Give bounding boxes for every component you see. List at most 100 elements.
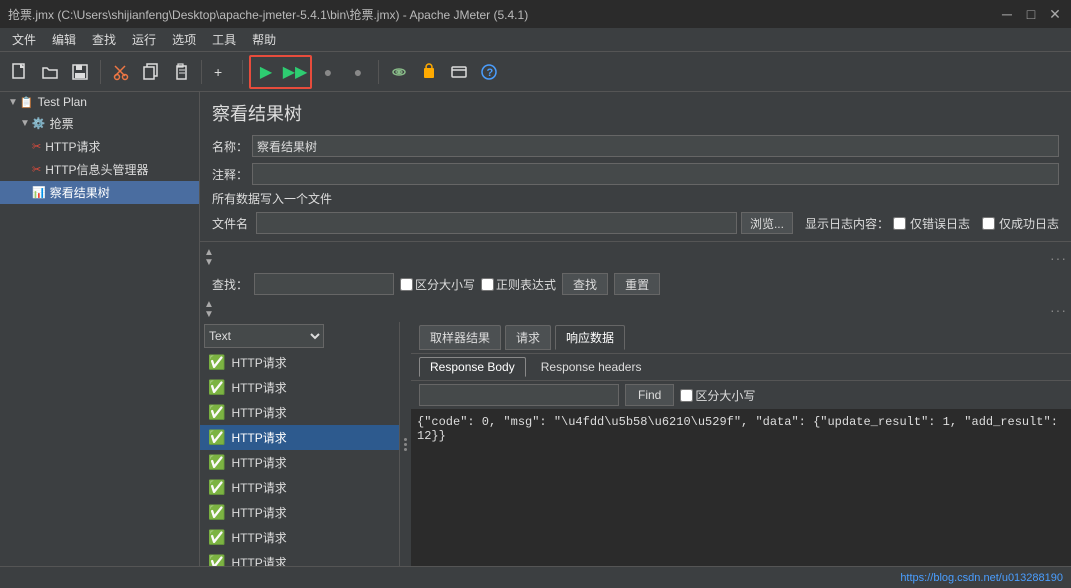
dot xyxy=(404,438,407,441)
expand-button[interactable]: + xyxy=(208,58,236,86)
search-input[interactable] xyxy=(254,273,394,295)
stop-button[interactable]: ● xyxy=(314,58,342,86)
regex-checkbox[interactable] xyxy=(481,278,494,291)
view-type-select[interactable]: Text RegExp Tester CSS/JQuery Tester XPa… xyxy=(204,324,324,348)
tab-response-data[interactable]: 响应数据 xyxy=(555,325,625,350)
view-results-icon: 📊 xyxy=(32,186,46,199)
remote-start-button[interactable] xyxy=(385,58,413,86)
menu-tools[interactable]: 工具 xyxy=(204,29,244,50)
tab-request[interactable]: 请求 xyxy=(505,325,551,350)
start-no-pause-button[interactable]: ▶▶ xyxy=(281,58,309,86)
main-layout: ▼ 📋 Test Plan ▼ ⚙️ 抢票 ✂ HTTP请求 ✂ HTTP信息头… xyxy=(0,92,1071,566)
status-url: https://blog.csdn.net/u013288190 xyxy=(900,572,1063,584)
log-display-label: 显示日志内容： xyxy=(805,215,889,232)
list-item[interactable]: ✅ HTTP请求 xyxy=(200,350,399,375)
case-sensitive-label: 区分大小写 xyxy=(400,276,475,293)
item-label: HTTP请求 xyxy=(231,354,286,371)
sidebar-item-view-results[interactable]: 📊 察看结果树 xyxy=(0,181,199,204)
sidebar-item-label-4: HTTP信息头管理器 xyxy=(45,161,148,178)
menu-options[interactable]: 选项 xyxy=(164,29,204,50)
new-button[interactable] xyxy=(6,58,34,86)
success-log-checkbox-row: 仅成功日志 xyxy=(982,215,1059,232)
error-log-checkbox[interactable] xyxy=(893,217,906,230)
remote-stop-button[interactable] xyxy=(415,58,443,86)
find-button[interactable]: 查找 xyxy=(562,273,608,295)
tabs-bar: 取样器结果 请求 响应数据 xyxy=(411,322,1071,354)
run-controls-group: ▶ ▶▶ xyxy=(249,55,312,89)
list-toolbar: Text RegExp Tester CSS/JQuery Tester XPa… xyxy=(200,322,399,350)
paste-button[interactable] xyxy=(167,58,195,86)
list-item[interactable]: ✅ HTTP请求 xyxy=(200,475,399,500)
list-item[interactable]: ✅ HTTP请求 xyxy=(200,400,399,425)
sidebar-item-label-2: 抢票 xyxy=(50,115,74,132)
menu-help[interactable]: 帮助 xyxy=(244,29,284,50)
template-button[interactable] xyxy=(445,58,473,86)
response-find-button[interactable]: Find xyxy=(625,384,674,406)
success-log-label: 仅成功日志 xyxy=(999,215,1059,232)
list-item[interactable]: ✅ HTTP请求 xyxy=(200,375,399,400)
file-label: 文件名 xyxy=(212,215,252,232)
sidebar-item-test-plan[interactable]: ▼ 📋 Test Plan xyxy=(0,92,199,112)
cut-button[interactable] xyxy=(107,58,135,86)
save-button[interactable] xyxy=(66,58,94,86)
shutdown-button[interactable]: ● xyxy=(344,58,372,86)
maximize-button[interactable]: □ xyxy=(1023,6,1039,22)
search-row: 查找： 区分大小写 正则表达式 查找 重置 xyxy=(200,270,1071,298)
item-label: HTTP请求 xyxy=(231,479,286,496)
success-log-checkbox[interactable] xyxy=(982,217,995,230)
list-item[interactable]: ✅ HTTP请求 xyxy=(200,550,399,566)
toolbar-sep-2 xyxy=(201,60,202,84)
browse-button[interactable]: 浏览... xyxy=(741,212,793,234)
error-log-checkbox-row: 仅错误日志 xyxy=(893,215,970,232)
qiang-piao-icon: ⚙️ xyxy=(32,117,46,130)
close-button[interactable]: ✕ xyxy=(1047,6,1063,22)
list-panel: Text RegExp Tester CSS/JQuery Tester XPa… xyxy=(200,322,400,566)
sidebar-item-http-header[interactable]: ✂ HTTP信息头管理器 xyxy=(0,158,199,181)
sub-tab-response-body[interactable]: Response Body xyxy=(419,357,526,377)
menu-file[interactable]: 文件 xyxy=(4,29,44,50)
toolbar-sep-1 xyxy=(100,60,101,84)
menu-edit[interactable]: 编辑 xyxy=(44,29,84,50)
file-note: 所有数据写入一个文件 xyxy=(200,188,1071,209)
play-fast-icon: ▶▶ xyxy=(283,62,308,82)
error-log-label: 仅错误日志 xyxy=(910,215,970,232)
http-list: ✅ HTTP请求 ✅ HTTP请求 ✅ HTTP请求 ✅ HTTP请求 xyxy=(200,350,399,566)
window-controls: ─ □ ✕ xyxy=(999,6,1063,22)
sub-tab-response-headers[interactable]: Response headers xyxy=(530,357,653,377)
list-item[interactable]: ✅ HTTP请求 xyxy=(200,525,399,550)
detail-panel: 取样器结果 请求 响应数据 Response Body Response hea… xyxy=(411,322,1071,566)
item-label: HTTP请求 xyxy=(231,504,286,521)
help-button[interactable]: ? xyxy=(475,58,503,86)
list-item[interactable]: ✅ HTTP请求 xyxy=(200,450,399,475)
sidebar-item-http-request[interactable]: ✂ HTTP请求 xyxy=(0,135,199,158)
comment-label: 注释： xyxy=(212,166,252,183)
minimize-button[interactable]: ─ xyxy=(999,6,1015,22)
dot xyxy=(404,448,407,451)
test-plan-icon: 📋 xyxy=(20,96,34,109)
list-item[interactable]: ✅ HTTP请求 xyxy=(200,500,399,525)
toolbar: + ▶ ▶▶ ● ● ? xyxy=(0,52,1071,92)
file-input[interactable] xyxy=(256,212,737,234)
item-label: HTTP请求 xyxy=(231,404,286,421)
content-area: 察看结果树 名称： 注释： 所有数据写入一个文件 文件名 浏览... 显示日志内… xyxy=(200,92,1071,566)
tab-sampler-result[interactable]: 取样器结果 xyxy=(419,325,501,350)
stop-icon: ● xyxy=(324,64,332,80)
case-sensitive-checkbox[interactable] xyxy=(400,278,413,291)
sidebar-item-qiang-piao[interactable]: ▼ ⚙️ 抢票 xyxy=(0,112,199,135)
open-button[interactable] xyxy=(36,58,64,86)
success-icon: ✅ xyxy=(208,404,225,421)
resize-handle[interactable] xyxy=(400,322,411,566)
name-input[interactable] xyxy=(252,135,1059,157)
menu-run[interactable]: 运行 xyxy=(124,29,164,50)
comment-input[interactable] xyxy=(252,163,1059,185)
response-find-input[interactable] xyxy=(419,384,619,406)
start-button[interactable]: ▶ xyxy=(252,58,280,86)
list-item-selected[interactable]: ✅ HTTP请求 xyxy=(200,425,399,450)
dots-separator-bottom: ··· xyxy=(1050,302,1067,318)
menu-find[interactable]: 查找 xyxy=(84,29,124,50)
response-case-checkbox[interactable] xyxy=(680,389,693,402)
svg-text:?: ? xyxy=(487,67,494,79)
reset-button[interactable]: 重置 xyxy=(614,273,660,295)
copy-button[interactable] xyxy=(137,58,165,86)
svg-text:+: + xyxy=(214,64,222,80)
